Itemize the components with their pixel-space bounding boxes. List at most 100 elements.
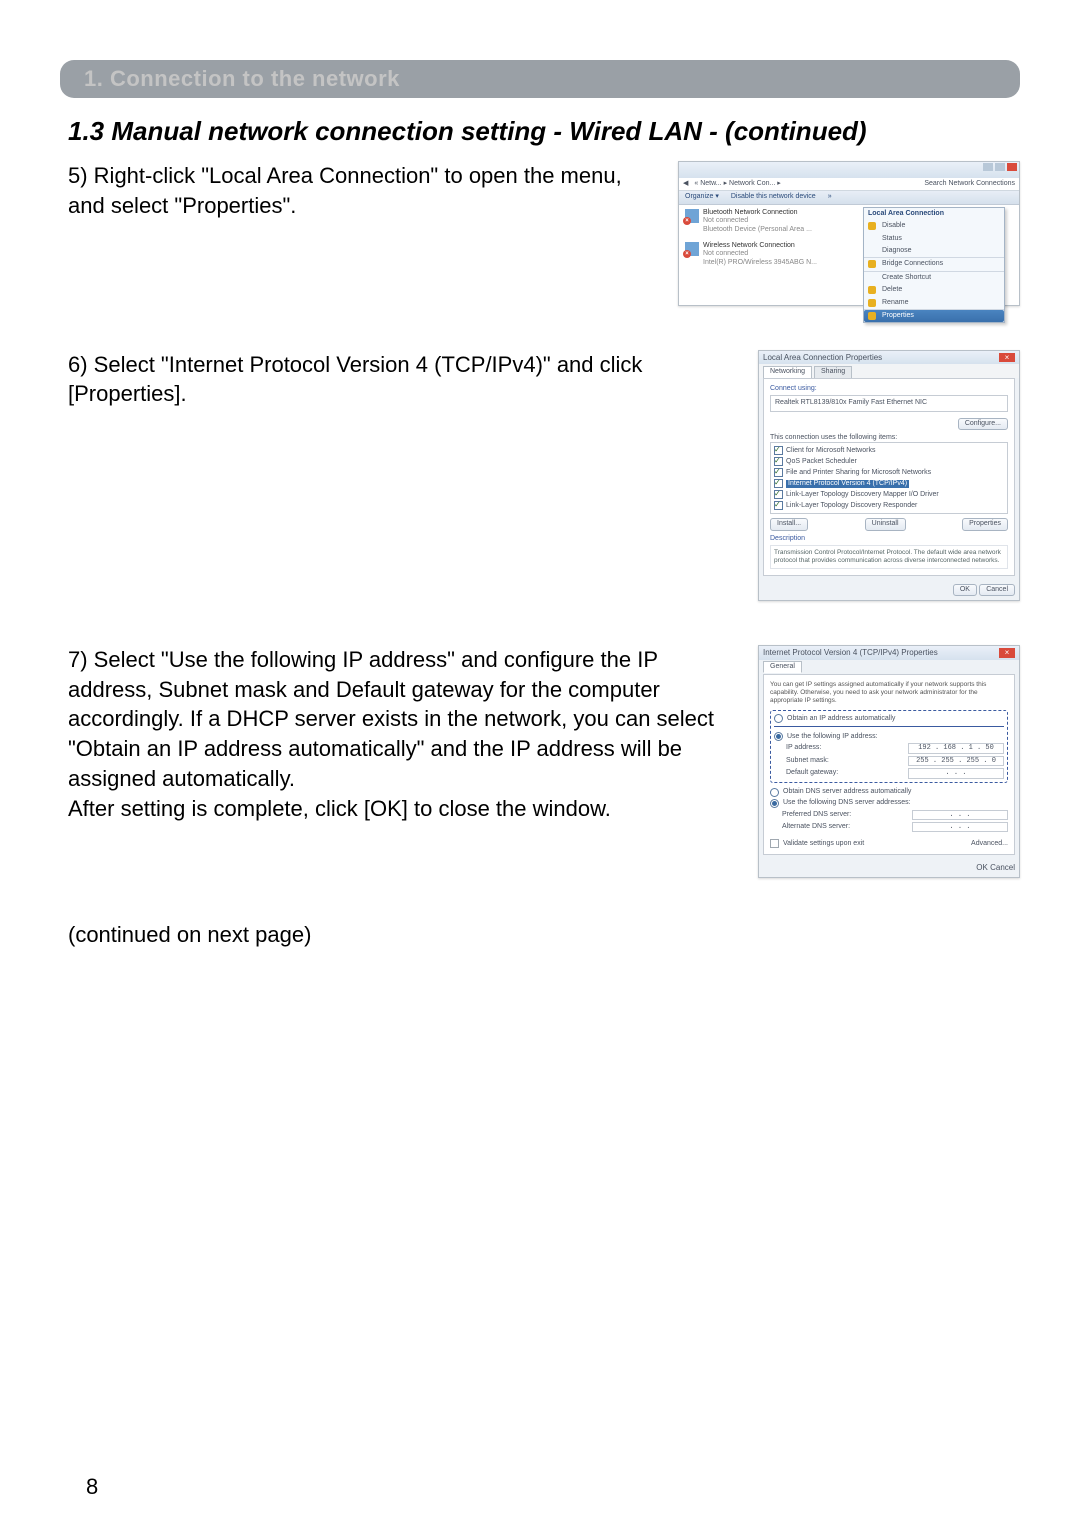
more-button[interactable]: » — [828, 193, 832, 201]
radio-icon[interactable] — [774, 732, 783, 741]
ctx-diagnose[interactable]: Diagnose — [864, 245, 1004, 257]
install-button[interactable]: Install... — [770, 518, 808, 530]
disconnected-overlay-icon: × — [683, 217, 691, 225]
step-5-text: 5) Right-click "Local Area Connection" t… — [68, 161, 662, 220]
toolbar: Organize ▾ Disable this network device » — [679, 191, 1019, 204]
conn-status: Not connected — [703, 250, 817, 258]
ctx-bridge[interactable]: Bridge Connections — [864, 258, 1004, 270]
section-header-text: 1. Connection to the network — [84, 66, 400, 91]
close-icon[interactable]: × — [999, 648, 1015, 658]
conn-device: Bluetooth Device (Personal Area ... — [703, 226, 812, 234]
networking-panel: Connect using: Realtek RTL8139/810x Fami… — [763, 378, 1015, 576]
general-panel: You can get IP settings assigned automat… — [763, 674, 1015, 855]
ctx-status[interactable]: Status — [864, 233, 1004, 245]
ip-address-row: IP address: 192 . 168 . 1 . 50 — [774, 742, 1004, 754]
list-item[interactable]: File and Printer Sharing for Microsoft N… — [773, 467, 1005, 478]
list-item[interactable]: Link-Layer Topology Discovery Mapper I/O… — [773, 489, 1005, 500]
window-title: Internet Protocol Version 4 (TCP/IPv4) P… — [763, 648, 938, 658]
shield-icon — [868, 299, 876, 307]
list-item[interactable]: Client for Microsoft Networks — [773, 445, 1005, 456]
adns-input[interactable]: . . . — [912, 822, 1008, 832]
validate-label: Validate settings upon exit — [783, 840, 864, 848]
close-icon[interactable] — [1007, 163, 1017, 171]
description-text: Transmission Control Protocol/Internet P… — [770, 545, 1008, 569]
screenshot-lac-properties: Local Area Connection Properties × Netwo… — [758, 350, 1020, 601]
checkbox-icon[interactable] — [774, 468, 783, 477]
radio-icon[interactable] — [770, 799, 779, 808]
subnet-input[interactable]: 255 . 255 . 255 . 0 — [908, 756, 1004, 766]
checkbox-icon[interactable] — [774, 446, 783, 455]
tab-strip: Networking Sharing — [759, 364, 1019, 377]
ok-button[interactable]: OK — [953, 584, 977, 596]
radio-obtain-dns[interactable]: Obtain DNS server address automatically — [770, 787, 1008, 798]
ctx-disable[interactable]: Disable — [864, 220, 1004, 232]
context-menu-header: Local Area Connection — [864, 208, 1004, 220]
checkbox-icon[interactable] — [774, 457, 783, 466]
ctx-rename[interactable]: Rename — [864, 297, 1004, 309]
gateway-row: Default gateway: . . . — [774, 767, 1004, 779]
radio-icon[interactable] — [770, 788, 779, 797]
ctx-shortcut[interactable]: Create Shortcut — [864, 272, 1004, 284]
ctx-properties[interactable]: Properties — [864, 310, 1004, 322]
adapter-box: Realtek RTL8139/810x Family Fast Etherne… — [770, 395, 1008, 411]
subsection-title: 1.3 Manual network connection setting - … — [68, 116, 1020, 147]
conn-status: Not connected — [703, 217, 812, 225]
properties-button[interactable]: Properties — [962, 518, 1008, 530]
window-title: Local Area Connection Properties — [763, 353, 882, 363]
connection-wireless[interactable]: × Wireless Network Connection Not connec… — [685, 242, 835, 267]
connect-using-label: Connect using: — [770, 385, 1008, 393]
tab-networking[interactable]: Networking — [763, 366, 812, 377]
configure-button[interactable]: Configure... — [958, 418, 1008, 430]
step-7: 7) Select "Use the following IP address"… — [60, 645, 1020, 878]
network-icon: × — [685, 209, 699, 223]
items-list-label: This connection uses the following items… — [770, 434, 1008, 442]
search-input[interactable]: Search Network Connections — [924, 180, 1015, 188]
screenshot-network-connections: ◀ « Netw... ▸ Network Con... ▸ Search Ne… — [678, 161, 1020, 306]
step-7-text: 7) Select "Use the following IP address"… — [68, 645, 742, 823]
disconnected-overlay-icon: × — [683, 250, 691, 258]
gateway-input[interactable]: . . . — [908, 768, 1004, 778]
organize-menu[interactable]: Organize ▾ — [685, 193, 719, 201]
description-label: Description — [770, 535, 1008, 543]
checkbox-icon[interactable] — [774, 479, 783, 488]
conn-name: Wireless Network Connection — [703, 242, 817, 250]
list-item[interactable]: QoS Packet Scheduler — [773, 456, 1005, 467]
checkbox-icon[interactable] — [774, 490, 783, 499]
ok-button[interactable]: OK — [976, 863, 988, 872]
close-icon[interactable]: × — [999, 353, 1015, 363]
connection-bluetooth[interactable]: × Bluetooth Network Connection Not conne… — [685, 209, 835, 234]
radio-obtain-ip[interactable]: Obtain an IP address automatically — [774, 713, 1004, 724]
pdns-input[interactable]: . . . — [912, 810, 1008, 820]
ip-input[interactable]: 192 . 168 . 1 . 50 — [908, 743, 1004, 753]
section-header-bar: 1. Connection to the network — [60, 60, 1020, 98]
checkbox-icon[interactable] — [774, 501, 783, 510]
minimize-icon[interactable] — [983, 163, 993, 171]
step-6-text: 6) Select "Internet Protocol Version 4 (… — [68, 350, 742, 409]
maximize-icon[interactable] — [995, 163, 1005, 171]
radio-use-ip[interactable]: Use the following IP address: — [774, 731, 1004, 742]
radio-icon[interactable] — [774, 714, 783, 723]
ctx-delete[interactable]: Delete — [864, 284, 1004, 296]
dialog-footer: OK Cancel — [759, 859, 1019, 877]
tab-sharing[interactable]: Sharing — [814, 366, 852, 377]
cancel-button[interactable]: Cancel — [990, 863, 1015, 872]
shield-icon — [868, 260, 876, 268]
advanced-button[interactable]: Advanced... — [971, 840, 1008, 848]
list-item-ipv4[interactable]: Internet Protocol Version 4 (TCP/IPv4) — [773, 478, 1005, 489]
address-bar: ◀ « Netw... ▸ Network Con... ▸ Search Ne… — [679, 178, 1019, 191]
cancel-button[interactable]: Cancel — [979, 584, 1015, 596]
breadcrumb[interactable]: « Netw... ▸ Network Con... ▸ — [694, 180, 918, 188]
preferred-dns-row: Preferred DNS server: . . . — [770, 809, 1008, 821]
validate-checkbox[interactable] — [770, 839, 779, 848]
ip-group: Obtain an IP address automatically Use t… — [770, 710, 1008, 782]
gateway-label: Default gateway: — [786, 769, 838, 777]
radio-use-dns[interactable]: Use the following DNS server addresses: — [770, 798, 1008, 809]
description-text: You can get IP settings assigned automat… — [770, 681, 1008, 704]
tab-general[interactable]: General — [763, 661, 802, 673]
disable-device-button[interactable]: Disable this network device — [731, 193, 816, 201]
pdns-label: Preferred DNS server: — [782, 811, 851, 819]
context-menu: Local Area Connection Disable Status Dia… — [863, 207, 1005, 324]
nav-back-icon[interactable]: ◀ — [683, 180, 688, 188]
list-item[interactable]: Link-Layer Topology Discovery Responder — [773, 500, 1005, 511]
uninstall-button[interactable]: Uninstall — [865, 518, 906, 530]
